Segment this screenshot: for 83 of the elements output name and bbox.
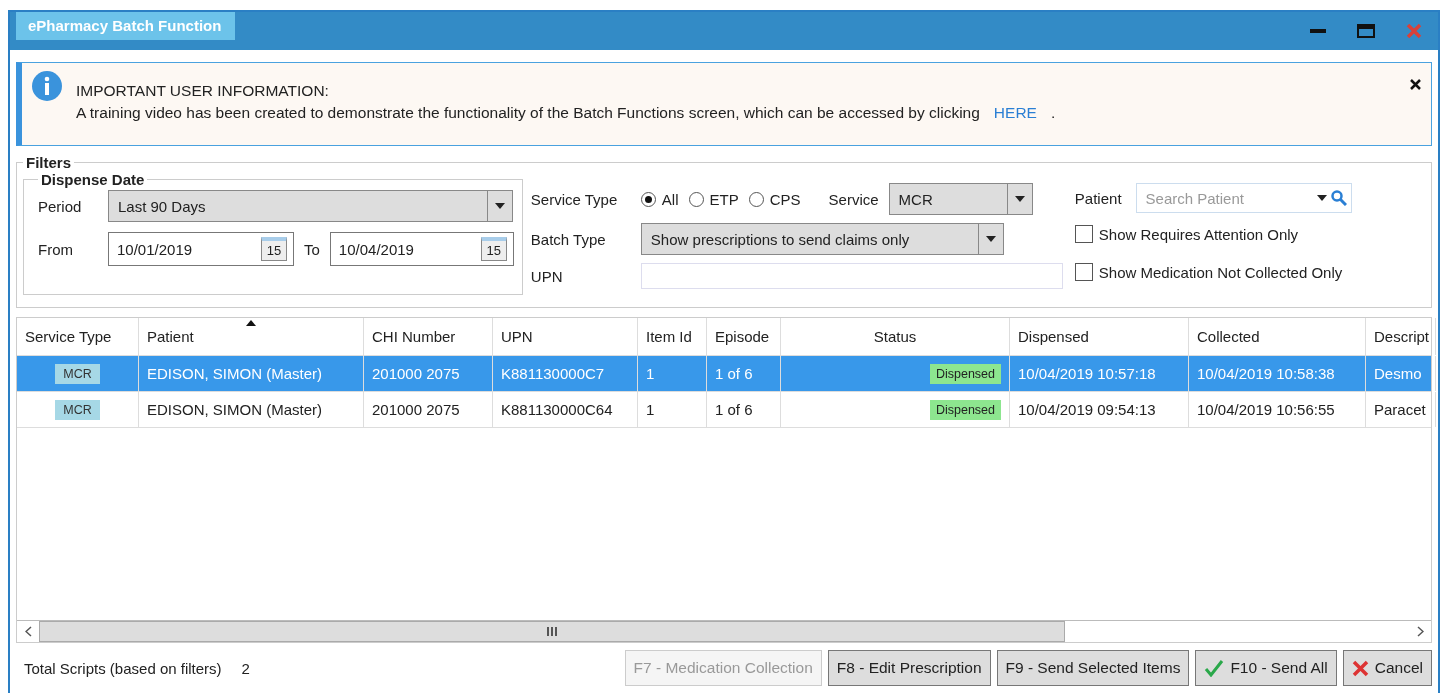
notice-period: . bbox=[1050, 104, 1056, 122]
radio-option[interactable]: ETP bbox=[688, 190, 739, 208]
table-cell: 1 of 6 bbox=[707, 356, 781, 391]
column-header[interactable]: Status bbox=[781, 318, 1010, 355]
dropdown-arrow-icon bbox=[1014, 196, 1025, 202]
total-scripts-label: Total Scripts (based on filters) bbox=[24, 659, 222, 677]
service-type-label: Service Type bbox=[530, 190, 619, 208]
table-cell: 1 bbox=[638, 356, 707, 391]
from-label: From bbox=[38, 240, 74, 258]
service-tag: MCR bbox=[55, 399, 100, 420]
batch-type-label: Batch Type bbox=[530, 230, 607, 248]
table-cell: 10/04/2019 10:56:55 bbox=[1189, 392, 1366, 427]
column-header[interactable]: Patient bbox=[139, 318, 364, 355]
chevron-left-icon[interactable] bbox=[24, 626, 32, 637]
window-title: ePharmacy Batch Function bbox=[16, 12, 236, 40]
radio-option[interactable]: CPS bbox=[748, 190, 801, 208]
table-cell: 10/04/2019 09:54:13 bbox=[1010, 392, 1189, 427]
total-scripts-count: 2 bbox=[241, 659, 250, 677]
column-header[interactable]: Dispensed bbox=[1010, 318, 1189, 355]
dropdown-arrow-icon bbox=[495, 203, 505, 209]
status-badge: Dispensed bbox=[929, 399, 1001, 420]
column-header[interactable]: Service Type bbox=[17, 318, 139, 355]
minimize-icon bbox=[1310, 29, 1326, 33]
close-icon bbox=[1351, 659, 1369, 677]
table-cell: Paracet bbox=[1366, 392, 1436, 427]
table-cell: 1 of 6 bbox=[707, 392, 781, 427]
batch-type-select[interactable]: Show prescriptions to send claims only bbox=[640, 223, 1004, 255]
status-badge: Dispensed bbox=[929, 363, 1001, 384]
calendar-icon[interactable]: 15 bbox=[480, 237, 507, 261]
upn-label: UPN bbox=[530, 267, 564, 285]
column-header[interactable]: Descript bbox=[1366, 318, 1436, 355]
from-date-field[interactable]: 10/01/2019 15 bbox=[108, 232, 294, 266]
service-label: Service bbox=[828, 190, 879, 208]
upn-field[interactable] bbox=[640, 263, 1063, 289]
table-cell: EDISON, SIMON (Master) bbox=[139, 356, 364, 391]
scrollbar-thumb[interactable] bbox=[39, 621, 1065, 642]
footer-button[interactable]: F9 - Send Selected Items bbox=[996, 650, 1190, 686]
notice-heading: IMPORTANT USER INFORMATION: bbox=[76, 82, 330, 100]
maximize-icon bbox=[1357, 24, 1375, 38]
patient-label: Patient bbox=[1074, 189, 1122, 207]
footer-button[interactable]: F10 - Send All bbox=[1195, 650, 1337, 686]
table-cell: K881130000C64 bbox=[493, 392, 638, 427]
search-field-frame[interactable]: Search Patient bbox=[1135, 183, 1352, 213]
checkbox-option[interactable]: Show Medication Not Collected Only bbox=[1074, 263, 1352, 281]
to-date-field[interactable]: 10/04/2019 15 bbox=[329, 232, 514, 266]
column-header[interactable]: Item Id bbox=[638, 318, 707, 355]
checkmark-icon bbox=[1204, 659, 1225, 677]
sort-arrow-icon bbox=[246, 320, 256, 326]
period-select[interactable]: Last 90 Days bbox=[108, 190, 513, 222]
service-select[interactable]: MCR bbox=[888, 183, 1033, 215]
table-cell: Desmo bbox=[1366, 356, 1436, 391]
column-header[interactable]: Episode bbox=[707, 318, 781, 355]
calendar-icon[interactable]: 15 bbox=[261, 237, 287, 261]
table-cell: EDISON, SIMON (Master) bbox=[139, 392, 364, 427]
table-cell: K881130000C7 bbox=[493, 356, 638, 391]
table-cell: 10/04/2019 10:58:38 bbox=[1189, 356, 1366, 391]
column-header[interactable]: Collected bbox=[1189, 318, 1366, 355]
dropdown-arrow-icon bbox=[1316, 195, 1327, 201]
radio-option[interactable]: All bbox=[640, 190, 679, 208]
dispense-date-title: Dispense Date bbox=[40, 171, 146, 188]
period-label: Period bbox=[38, 197, 83, 215]
to-label: To bbox=[304, 240, 320, 258]
search-icon[interactable] bbox=[1330, 190, 1347, 206]
table-cell: 1 bbox=[638, 392, 707, 427]
close-icon[interactable] bbox=[1410, 79, 1421, 90]
dropdown-arrow-icon bbox=[985, 236, 996, 242]
table-cell: 10/04/2019 10:57:18 bbox=[1010, 356, 1189, 391]
service-tag: MCR bbox=[55, 363, 100, 384]
filters-title: Filters bbox=[25, 154, 72, 171]
column-header[interactable]: UPN bbox=[493, 318, 638, 355]
chevron-right-icon[interactable] bbox=[1416, 626, 1424, 637]
table-cell: 201000 2075 bbox=[364, 356, 493, 391]
horizontal-scrollbar[interactable] bbox=[17, 620, 1431, 642]
notice-text: A training video has been created to demonstrate the functionality of the Batch Functions screen, which can be accessed by clicking bbox=[76, 104, 980, 122]
table-cell: 201000 2075 bbox=[364, 392, 493, 427]
footer-button[interactable]: F8 - Edit Prescription bbox=[827, 650, 991, 686]
checkbox-option[interactable]: Show Requires Attention Only bbox=[1074, 225, 1352, 243]
info-icon bbox=[32, 71, 62, 101]
grip-icon bbox=[546, 627, 558, 636]
footer-button[interactable]: Cancel bbox=[1342, 650, 1432, 686]
here-link[interactable]: HERE bbox=[993, 104, 1037, 122]
column-header[interactable]: CHI Number bbox=[364, 318, 493, 355]
close-icon bbox=[1406, 23, 1422, 39]
